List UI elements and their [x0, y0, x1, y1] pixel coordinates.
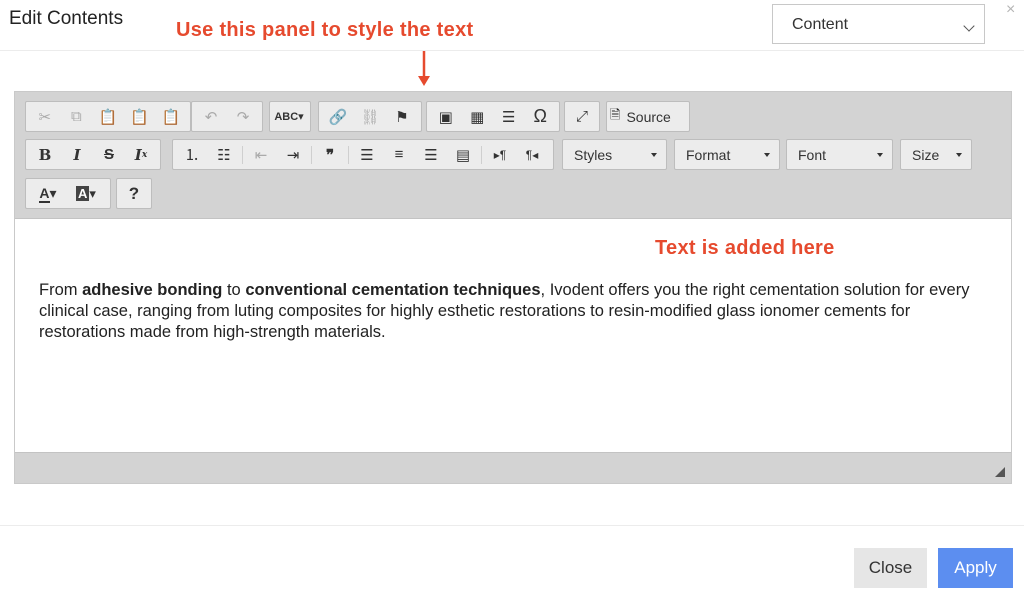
- header-divider: [0, 50, 1024, 51]
- content-text: to: [222, 281, 246, 299]
- outdent-icon[interactable]: ⇤: [245, 141, 277, 168]
- source-button[interactable]: 🗎 Source: [606, 101, 690, 132]
- paste-text-icon[interactable]: 📋: [124, 103, 156, 130]
- unlink-icon[interactable]: ⛓: [354, 103, 386, 130]
- indent-icon[interactable]: ⇥: [277, 141, 309, 168]
- chevron-down-icon: [956, 153, 962, 157]
- table-icon[interactable]: ▦: [462, 103, 494, 130]
- toolbar-separator: [311, 145, 312, 164]
- apply-button[interactable]: Apply: [938, 548, 1013, 588]
- source-file-icon: 🗎: [610, 106, 621, 122]
- cut-icon[interactable]: ✂: [29, 103, 61, 130]
- clipboard-group: ✂ ⧉ 📋 📋 📋: [25, 101, 191, 132]
- align-center-icon[interactable]: ≡: [383, 141, 415, 168]
- anchor-flag-icon[interactable]: ⚑: [386, 103, 418, 130]
- maximize-icon[interactable]: ⤢: [568, 103, 596, 130]
- toolbar-separator: [242, 145, 243, 164]
- chevron-down-icon: [963, 20, 975, 32]
- insert-group: ▣ ▦ ☰ Ω: [426, 101, 560, 132]
- help-icon[interactable]: ?: [120, 180, 148, 207]
- toolbar-separator: [481, 145, 482, 164]
- image-icon[interactable]: ▣: [430, 103, 462, 130]
- editor-content[interactable]: From adhesive bonding to conventional ce…: [39, 280, 999, 343]
- editor-toolbar: ✂ ⧉ 📋 📋 📋 ↶ ↷ ABC▾ 🔗 ⛓ ⚑ ▣ ▦ ☰ Ω ⤢ 🗎 Sou…: [15, 92, 1011, 219]
- editor-statusbar: [15, 452, 1011, 483]
- format-label: Format: [686, 147, 731, 163]
- content-text: From: [39, 281, 83, 299]
- background-color-icon[interactable]: A ▾: [67, 180, 105, 207]
- spellcheck-group: ABC▾: [269, 101, 311, 132]
- toolbar-separator: [348, 145, 349, 164]
- align-left-icon[interactable]: ☰: [351, 141, 383, 168]
- undo-icon[interactable]: ↶: [195, 103, 227, 130]
- strike-icon[interactable]: S: [93, 141, 125, 168]
- size-label: Size: [912, 147, 940, 163]
- size-dropdown[interactable]: Size: [900, 139, 972, 170]
- spellcheck-icon[interactable]: ABC▾: [273, 103, 305, 130]
- styles-label: Styles: [574, 147, 613, 163]
- italic-icon[interactable]: I: [61, 141, 93, 168]
- paragraph-group: ⒈ ☷ ⇤ ⇥ ❞ ☰ ≡ ☰ ▤ ▸¶ ¶◂: [172, 139, 554, 170]
- horizontal-line-icon[interactable]: ☰: [493, 103, 525, 130]
- special-char-icon[interactable]: Ω: [525, 103, 557, 130]
- numbered-list-icon[interactable]: ⒈: [176, 141, 208, 168]
- resize-grip-icon[interactable]: [995, 467, 1005, 477]
- annotation-arrow-icon: [418, 50, 430, 86]
- footer-divider: [0, 525, 1024, 526]
- maximize-group: ⤢: [564, 101, 600, 132]
- undo-group: ↶ ↷: [191, 101, 263, 132]
- content-type-select[interactable]: Content: [772, 4, 985, 44]
- bold-icon[interactable]: B: [29, 141, 61, 168]
- font-dropdown[interactable]: Font: [786, 139, 893, 170]
- text-color-icon[interactable]: A ▾: [29, 180, 67, 207]
- paste-word-icon[interactable]: 📋: [155, 103, 187, 130]
- align-right-icon[interactable]: ☰: [415, 141, 447, 168]
- align-justify-icon[interactable]: ▤: [447, 141, 479, 168]
- format-dropdown[interactable]: Format: [674, 139, 780, 170]
- font-label: Font: [798, 147, 827, 163]
- chevron-down-icon: [764, 153, 770, 157]
- select-value: Content: [792, 16, 849, 33]
- bulleted-list-icon[interactable]: ☷: [208, 141, 240, 168]
- content-bold: conventional cementation techniques: [245, 281, 541, 299]
- source-label: Source: [626, 108, 671, 125]
- chevron-down-icon: [651, 153, 657, 157]
- chevron-down-icon: [877, 153, 883, 157]
- close-icon[interactable]: ×: [1006, 1, 1015, 19]
- styles-dropdown[interactable]: Styles: [562, 139, 667, 170]
- link-group: 🔗 ⛓ ⚑: [318, 101, 422, 132]
- help-group: ?: [116, 178, 152, 209]
- content-bold: adhesive bonding: [82, 281, 223, 299]
- ltr-icon[interactable]: ▸¶: [484, 141, 516, 168]
- annotation-style-panel: Use this panel to style the text: [176, 19, 474, 41]
- rtl-icon[interactable]: ¶◂: [516, 141, 548, 168]
- remove-format-icon[interactable]: Ix: [125, 141, 157, 168]
- basic-style-group: B I S Ix: [25, 139, 161, 170]
- dialog-title: Edit Contents: [9, 8, 124, 29]
- annotation-text-area: Text is added here: [655, 237, 835, 259]
- redo-icon[interactable]: ↷: [227, 103, 259, 130]
- blockquote-icon[interactable]: ❞: [314, 141, 346, 168]
- link-icon[interactable]: 🔗: [322, 103, 354, 130]
- close-button[interactable]: Close: [854, 548, 927, 588]
- copy-icon[interactable]: ⧉: [61, 103, 93, 130]
- color-group: A ▾ A ▾: [25, 178, 111, 209]
- paste-icon[interactable]: 📋: [92, 103, 124, 130]
- rich-text-editor: ✂ ⧉ 📋 📋 📋 ↶ ↷ ABC▾ 🔗 ⛓ ⚑ ▣ ▦ ☰ Ω ⤢ 🗎 Sou…: [14, 91, 1012, 484]
